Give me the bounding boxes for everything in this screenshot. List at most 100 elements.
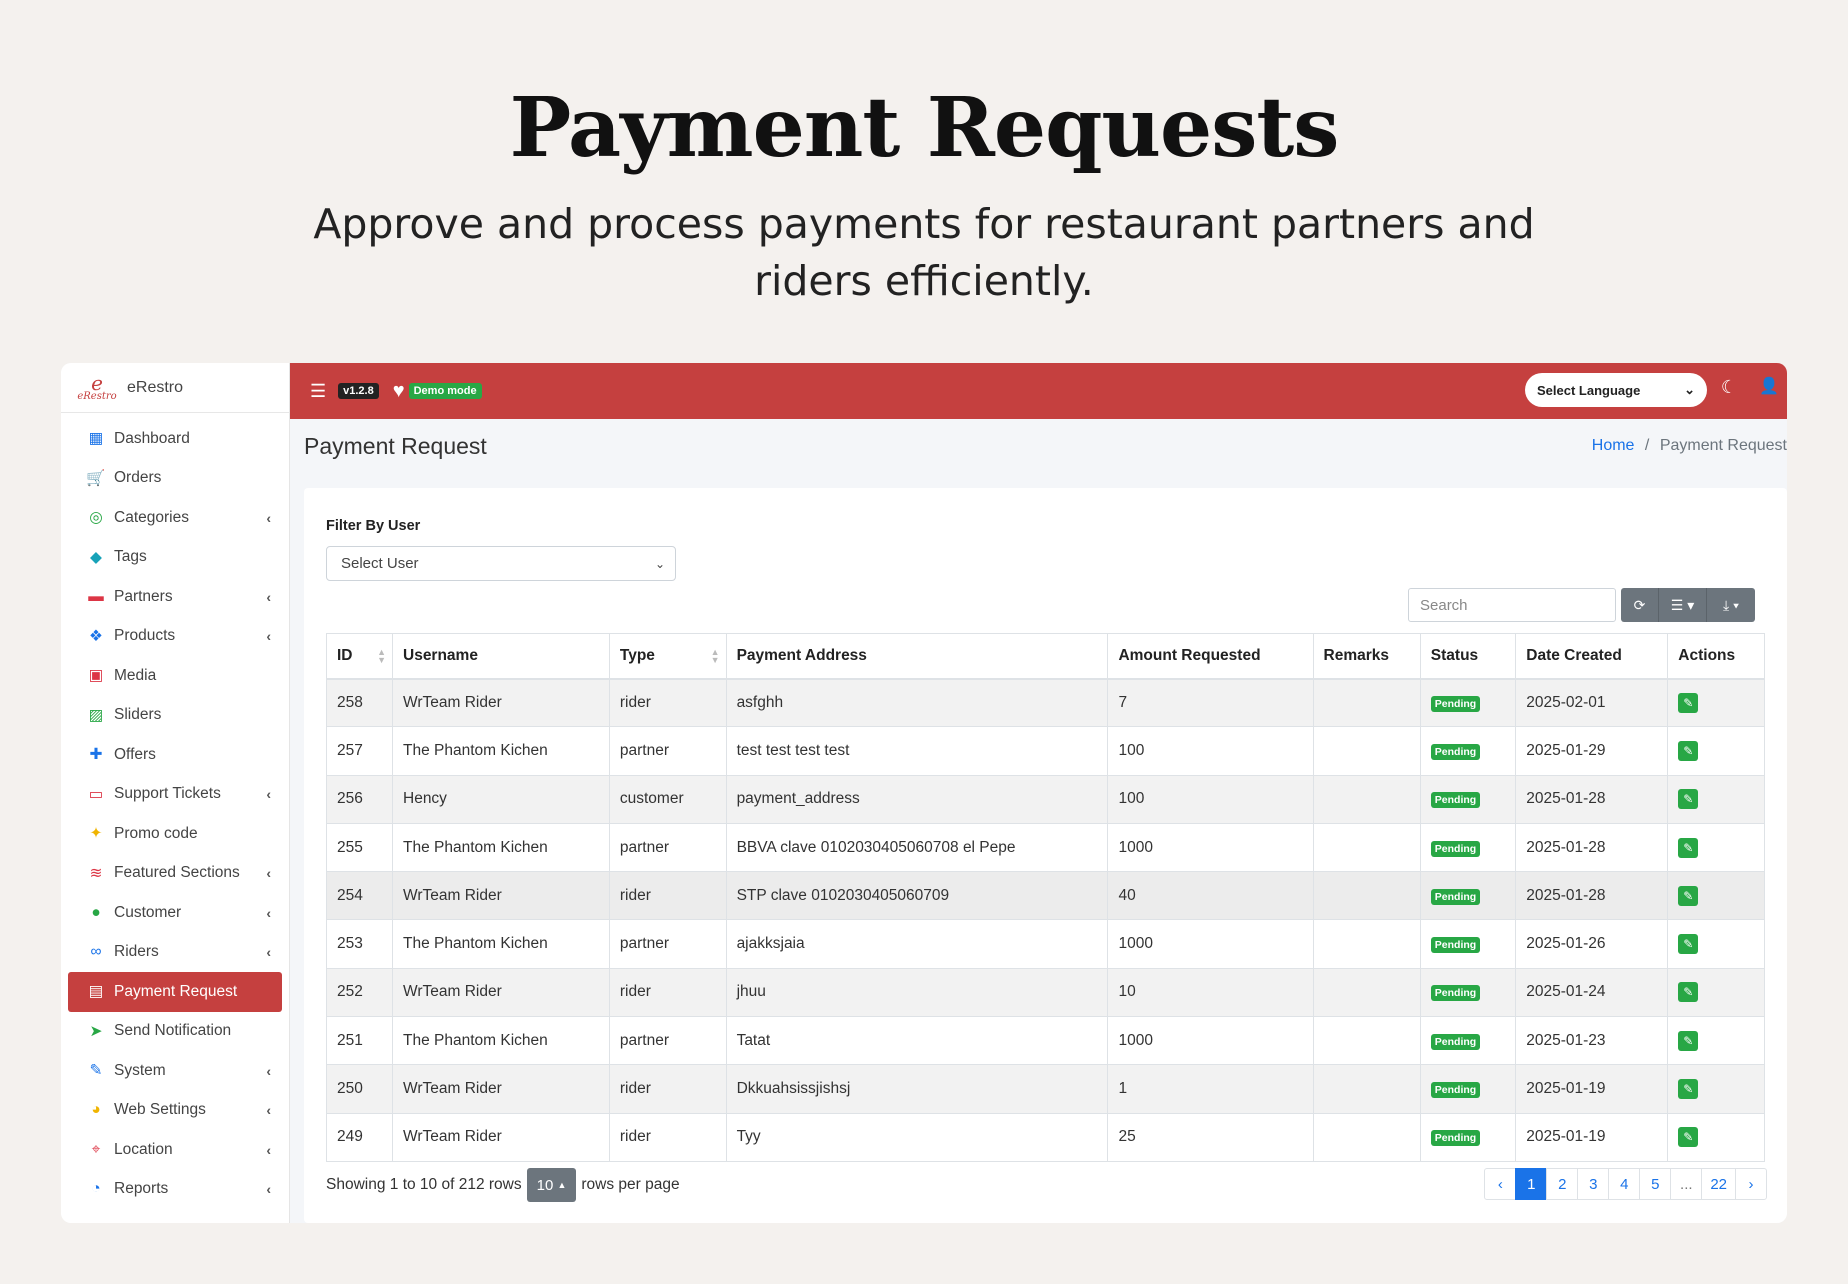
sidebar-item-featured-sections[interactable]: ≋ Featured Sections ‹: [61, 854, 289, 894]
table-row: 253 The Phantom Kichen partner ajakksjaia 10…: [326, 919, 1765, 969]
page-size-button[interactable]: 10 ▲: [526, 1168, 577, 1202]
cell-status: Pending: [1419, 1112, 1517, 1162]
palette-icon: ◕: [91, 1101, 101, 1119]
edit-icon[interactable]: ✎: [1678, 789, 1699, 810]
sidebar-item-system[interactable]: ✎ System ‹: [61, 1051, 289, 1091]
sidebar-item-send-notification[interactable]: ➤ Send Notification: [61, 1012, 289, 1052]
edit-icon[interactable]: ✎: [1678, 837, 1699, 858]
prev-page-button[interactable]: ‹: [1484, 1168, 1517, 1200]
cell-date: 2025-01-28: [1515, 822, 1669, 873]
breadcrumb-home-link[interactable]: Home: [1592, 437, 1635, 454]
edit-icon[interactable]: ✎: [1678, 1079, 1699, 1100]
brand[interactable]: e eRestro eRestro: [61, 363, 289, 413]
sidebar-item-categories[interactable]: ◎ Categories ‹: [61, 498, 289, 538]
table-toolbar: ⟳ ☰ ▾ ⤓ ▾: [1621, 588, 1755, 622]
chevron-left-icon: ‹: [266, 509, 271, 526]
column-header-username[interactable]: Username: [392, 633, 610, 680]
user-icon[interactable]: 👤: [1759, 376, 1779, 396]
dark-mode-icon[interactable]: ☾: [1721, 377, 1737, 398]
sidebar-item-orders[interactable]: 🛒 Orders: [61, 459, 289, 499]
paper-plane-icon: ➤: [89, 1022, 103, 1040]
edit-icon[interactable]: ✎: [1678, 934, 1699, 955]
status-badge: Pending: [1430, 840, 1481, 857]
column-header-status[interactable]: Status: [1419, 633, 1517, 680]
page-5[interactable]: 5: [1639, 1168, 1672, 1200]
edit-icon[interactable]: ✎: [1678, 1127, 1699, 1148]
column-header-amount-requested[interactable]: Amount Requested: [1107, 633, 1314, 680]
cell-status: Pending: [1419, 1064, 1517, 1114]
cell-date: 2025-01-28: [1515, 871, 1669, 921]
column-header-payment-address[interactable]: Payment Address: [725, 633, 1109, 680]
search-input[interactable]: Search: [1408, 588, 1616, 622]
sidebar-item-promo-code[interactable]: ✦ Promo code: [61, 814, 289, 854]
status-badge: Pending: [1430, 695, 1481, 712]
cell-amount: 100: [1107, 774, 1314, 824]
sidebar-item-media[interactable]: ▣ Media: [61, 656, 289, 696]
edit-icon[interactable]: ✎: [1678, 982, 1699, 1003]
chevron-left-icon: ‹: [266, 628, 271, 645]
page-ellipsis: ...: [1670, 1168, 1703, 1200]
refresh-button[interactable]: ⟳: [1621, 588, 1659, 622]
cell-status: Pending: [1419, 774, 1517, 824]
sidebar-item-web-settings[interactable]: ◕ Web Settings ‹: [61, 1091, 289, 1131]
columns-button[interactable]: ☰ ▾: [1659, 588, 1707, 622]
cell-id: 258: [326, 677, 393, 728]
cell-id: 255: [326, 822, 393, 873]
cell-type: partner: [608, 919, 727, 969]
sidebar-item-dashboard[interactable]: ▦ Dashboard: [61, 419, 289, 459]
column-header-label: Date Created: [1526, 646, 1622, 664]
sort-icon: ▲ ▼: [710, 647, 720, 665]
edit-icon[interactable]: ✎: [1678, 740, 1699, 761]
next-page-button[interactable]: ›: [1735, 1168, 1767, 1200]
status-badge: Pending: [1430, 937, 1481, 954]
column-header-id[interactable]: ID ▲ ▼: [326, 633, 393, 680]
table-row: 250 WrTeam Rider rider Dkkuahsissjishsj 1 Pen…: [326, 1064, 1765, 1114]
filter-user-select[interactable]: Select User ⌄: [326, 546, 676, 581]
column-header-actions[interactable]: Actions: [1667, 633, 1765, 680]
page-3[interactable]: 3: [1577, 1168, 1610, 1200]
cell-amount: 40: [1107, 871, 1314, 921]
column-header-label: Username: [403, 646, 478, 664]
language-select[interactable]: Select Language ⌄: [1525, 373, 1707, 407]
column-header-label: Actions: [1678, 646, 1736, 664]
motorcycle-icon: ∞: [90, 943, 102, 961]
wrench-icon: ✎: [89, 1062, 103, 1080]
brand-name: eRestro: [127, 378, 184, 396]
column-header-type[interactable]: Type ▲ ▼: [608, 633, 727, 680]
cell-address: test test test test: [725, 726, 1109, 776]
sidebar-item-payment-request[interactable]: ▤ Payment Request: [68, 972, 282, 1012]
chevron-left-icon: ‹: [266, 944, 271, 961]
sidebar-item-label: Promo code: [114, 824, 198, 842]
language-select-value: Select Language: [1537, 382, 1641, 398]
column-header-label: Remarks: [1323, 646, 1390, 664]
sidebar-item-sliders[interactable]: ▨ Sliders: [61, 696, 289, 736]
column-header-date-created[interactable]: Date Created: [1515, 633, 1669, 680]
cell-type: customer: [608, 774, 727, 824]
menu-toggle-icon[interactable]: ☰: [310, 381, 326, 402]
sidebar-item-support-tickets[interactable]: ▭ Support Tickets ‹: [61, 775, 289, 815]
sidebar-item-offers[interactable]: ✚ Offers: [61, 735, 289, 775]
sidebar-item-label: Customer: [114, 903, 182, 921]
page-1[interactable]: 1: [1515, 1168, 1548, 1200]
edit-icon[interactable]: ✎: [1678, 1030, 1699, 1051]
sidebar-item-label: Payment Request: [114, 982, 238, 1000]
sidebar-item-customer[interactable]: ● Customer ‹: [61, 893, 289, 933]
table-row: 249 WrTeam Rider rider Tyy 25 Pending 2025-01-…: [326, 1112, 1765, 1162]
cell-address: BBVA clave 0102030405060708 el Pepe: [725, 822, 1109, 873]
column-header-remarks[interactable]: Remarks: [1312, 633, 1421, 680]
sidebar-item-reports[interactable]: ◔ Reports ‹: [61, 1170, 289, 1210]
sidebar-item-riders[interactable]: ∞ Riders ‹: [61, 933, 289, 973]
sidebar-item-location[interactable]: ⌖ Location ‹: [61, 1130, 289, 1170]
page-2[interactable]: 2: [1546, 1168, 1579, 1200]
export-button[interactable]: ⤓ ▾: [1707, 588, 1755, 622]
page-22[interactable]: 22: [1701, 1168, 1736, 1200]
sidebar-item-products[interactable]: ❖ Products ‹: [61, 617, 289, 657]
edit-icon[interactable]: ✎: [1678, 885, 1699, 906]
puzzle-icon: ✦: [89, 825, 103, 843]
sidebar-item-tags[interactable]: ◆ Tags: [61, 538, 289, 578]
cell-amount: 100: [1107, 726, 1314, 776]
edit-icon[interactable]: ✎: [1678, 692, 1699, 713]
sidebar-item-partners[interactable]: ▬ Partners ‹: [61, 577, 289, 617]
page-4[interactable]: 4: [1608, 1168, 1641, 1200]
brand-logo: e eRestro: [77, 370, 117, 406]
